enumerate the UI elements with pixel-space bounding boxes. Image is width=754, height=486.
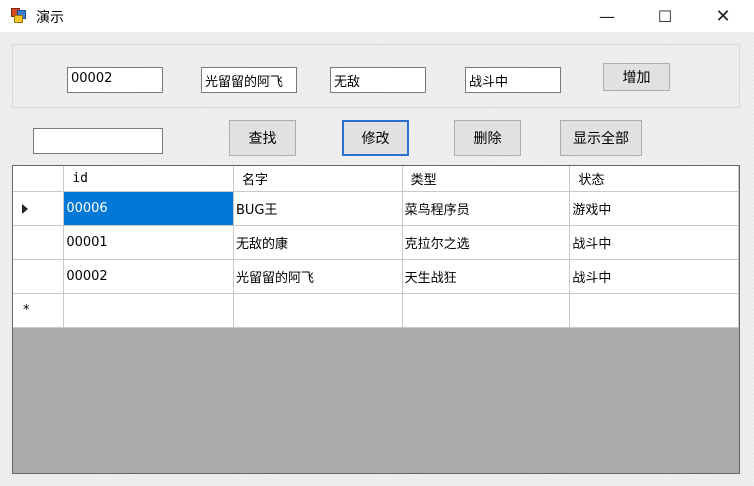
grid-cell[interactable]: 游戏中 <box>569 191 739 226</box>
maximize-icon: ☐ <box>657 6 673 26</box>
modify-button[interactable]: 修改 <box>342 120 409 156</box>
grid-cell[interactable]: 天生战狂 <box>402 259 571 294</box>
grid-cell[interactable]: 00002 <box>63 259 234 294</box>
close-icon: ✕ <box>715 5 731 27</box>
type-textbox[interactable]: 无敌 <box>330 67 426 93</box>
current-row-arrow-icon <box>22 203 28 214</box>
grid-cell[interactable]: 战斗中 <box>569 259 739 294</box>
row-header[interactable] <box>13 259 65 294</box>
add-button[interactable]: 增加 <box>603 63 670 91</box>
column-header-type[interactable]: 类型 <box>402 166 571 192</box>
grid-header-row: id 名字 类型 状态 <box>13 166 739 192</box>
grid-cell[interactable]: 战斗中 <box>569 225 739 260</box>
minimize-icon: — <box>599 6 615 26</box>
maximize-button[interactable]: ☐ <box>636 0 694 32</box>
data-grid[interactable]: id 名字 类型 状态 00006 BUG王 菜鸟程序员 游戏中 00001 无… <box>12 165 740 474</box>
id-textbox[interactable]: 00002 <box>67 67 163 93</box>
minimize-button[interactable]: — <box>578 0 636 32</box>
grid-cell[interactable] <box>63 293 234 328</box>
grid-cell[interactable]: 菜鸟程序员 <box>402 191 571 226</box>
close-button[interactable]: ✕ <box>694 0 752 32</box>
new-row[interactable]: * <box>13 293 739 328</box>
grid-cell[interactable] <box>402 293 571 328</box>
grid-cell[interactable]: 无敌的康 <box>233 225 403 260</box>
show-all-button[interactable]: 显示全部 <box>560 120 642 156</box>
name-textbox[interactable]: 光留留的阿飞 <box>201 67 297 93</box>
grid-corner-header[interactable] <box>13 166 65 192</box>
row-header[interactable]: * <box>13 293 65 328</box>
table-row[interactable]: 00002 光留留的阿飞 天生战狂 战斗中 <box>13 259 739 294</box>
grid-cell[interactable]: 00006 <box>63 191 234 226</box>
table-row[interactable]: 00001 无敌的康 克拉尔之选 战斗中 <box>13 225 739 260</box>
column-header-id[interactable]: id <box>63 166 234 192</box>
row-header[interactable] <box>13 191 65 226</box>
title-bar: 演示 — ☐ ✕ <box>0 0 754 32</box>
app-icon <box>11 8 27 24</box>
table-row[interactable]: 00006 BUG王 菜鸟程序员 游戏中 <box>13 191 739 226</box>
column-header-name[interactable]: 名字 <box>233 166 403 192</box>
data-grid-table: id 名字 类型 状态 00006 BUG王 菜鸟程序员 游戏中 00001 无… <box>13 166 739 328</box>
window-title: 演示 <box>36 10 64 26</box>
status-textbox[interactable]: 战斗中 <box>465 67 561 93</box>
grid-cell[interactable]: BUG王 <box>233 191 403 226</box>
grid-cell[interactable] <box>233 293 403 328</box>
grid-cell[interactable]: 光留留的阿飞 <box>233 259 403 294</box>
find-button[interactable]: 查找 <box>229 120 296 156</box>
new-row-star-icon: * <box>23 302 30 318</box>
column-header-status[interactable]: 状态 <box>569 166 739 192</box>
search-textbox[interactable] <box>33 128 163 154</box>
row-header[interactable] <box>13 225 65 260</box>
delete-button[interactable]: 删除 <box>454 120 521 156</box>
grid-cell[interactable]: 克拉尔之选 <box>402 225 571 260</box>
grid-cell[interactable]: 00001 <box>63 225 234 260</box>
grid-cell[interactable] <box>569 293 739 328</box>
